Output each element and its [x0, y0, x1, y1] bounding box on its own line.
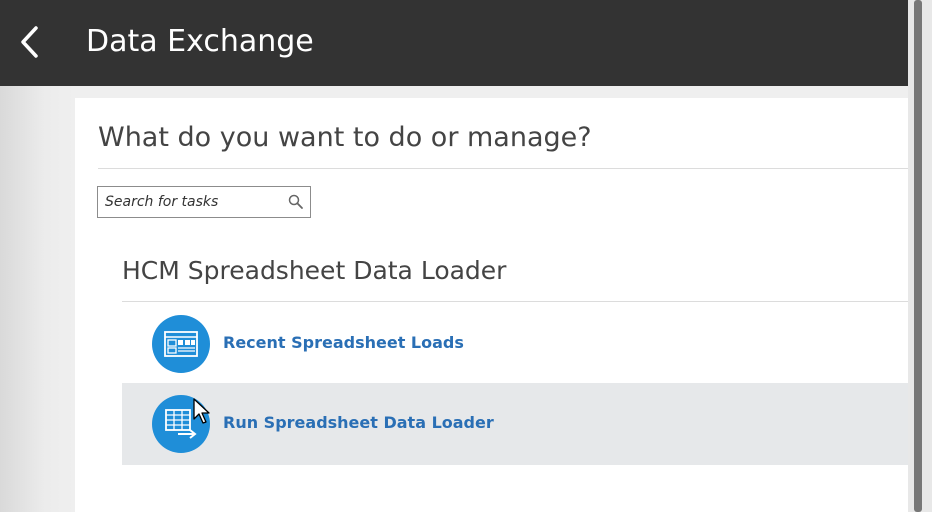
search-box [97, 186, 311, 218]
page-title: Data Exchange [86, 24, 314, 59]
divider [122, 301, 908, 302]
left-gutter [0, 86, 75, 512]
spreadsheet-run-icon[interactable] [152, 395, 210, 453]
content-top-strip [75, 86, 908, 98]
task-label[interactable]: Run Spreadsheet Data Loader [223, 412, 494, 434]
panel-question: What do you want to do or manage? [98, 122, 592, 153]
spreadsheet-list-icon[interactable] [152, 315, 210, 373]
top-bar: Data Exchange [0, 0, 932, 86]
task-label[interactable]: Recent Spreadsheet Loads [223, 332, 464, 354]
scrollbar-thumb[interactable] [914, 0, 922, 512]
task-run-spreadsheet-data-loader[interactable]: Run Spreadsheet Data Loader [122, 383, 908, 465]
task-panel: What do you want to do or manage? HCM Sp… [75, 98, 908, 512]
chevron-left-icon [21, 26, 38, 58]
task-recent-spreadsheet-loads[interactable]: Recent Spreadsheet Loads [122, 303, 908, 385]
back-button[interactable] [10, 22, 50, 62]
group-title: HCM Spreadsheet Data Loader [122, 256, 507, 285]
search-icon[interactable] [288, 194, 304, 210]
search-input[interactable] [98, 187, 284, 217]
divider [98, 168, 908, 169]
